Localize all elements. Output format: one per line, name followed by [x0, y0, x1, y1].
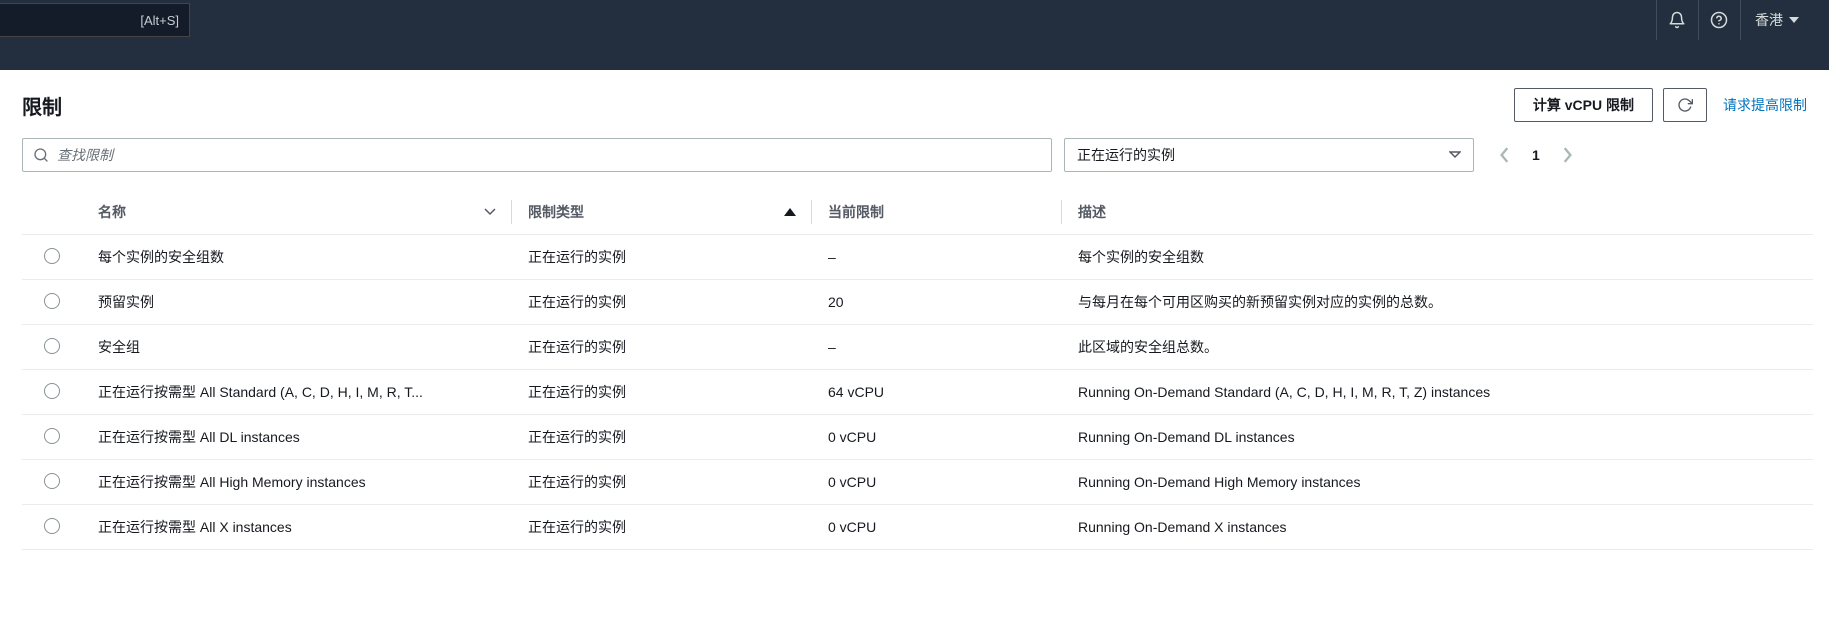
row-current: 0 vCPU — [812, 415, 1062, 460]
row-name: 正在运行按需型 All Standard (A, C, D, H, I, M, … — [82, 370, 512, 415]
paginator: 1 — [1492, 142, 1580, 168]
row-name: 安全组 — [82, 325, 512, 370]
col-name-label: 名称 — [98, 202, 126, 222]
row-select-cell[interactable] — [22, 325, 82, 370]
row-type: 正在运行的实例 — [512, 280, 812, 325]
row-current: 20 — [812, 280, 1062, 325]
col-type[interactable]: 限制类型 — [512, 190, 812, 235]
col-desc-label: 描述 — [1078, 204, 1106, 220]
row-current: – — [812, 325, 1062, 370]
request-increase-button[interactable]: 请求提高限制 — [1717, 88, 1813, 122]
row-desc: Running On-Demand X instances — [1062, 505, 1813, 550]
row-radio[interactable] — [44, 428, 60, 444]
row-desc: Running On-Demand High Memory instances — [1062, 460, 1813, 505]
row-desc: 每个实例的安全组数 — [1062, 235, 1813, 280]
global-search-shortcut: [Alt+S] — [140, 13, 179, 28]
col-name[interactable]: 名称 — [82, 190, 512, 235]
col-desc[interactable]: 描述 — [1062, 190, 1813, 235]
row-type: 正在运行的实例 — [512, 460, 812, 505]
chevron-left-icon — [1500, 147, 1510, 163]
row-name: 正在运行按需型 All High Memory instances — [82, 460, 512, 505]
table-header: 名称 限制类型 当前限制 — [22, 190, 1813, 235]
row-radio[interactable] — [44, 338, 60, 354]
global-nav: rvices, features, blogs, docs, and more … — [0, 0, 1829, 40]
row-name: 正在运行按需型 All X instances — [82, 505, 512, 550]
row-type: 正在运行的实例 — [512, 505, 812, 550]
col-select — [22, 190, 82, 235]
row-current: 0 vCPU — [812, 460, 1062, 505]
table-body: 每个实例的安全组数正在运行的实例–每个实例的安全组数预留实例正在运行的实例20与… — [22, 235, 1813, 550]
row-select-cell[interactable] — [22, 235, 82, 280]
row-desc: Running On-Demand Standard (A, C, D, H, … — [1062, 370, 1813, 415]
search-icon — [33, 147, 49, 163]
dropdown-selected-label: 正在运行的实例 — [1077, 145, 1175, 165]
sort-asc-icon — [784, 207, 796, 217]
table-row[interactable]: 预留实例正在运行的实例20与每月在每个可用区购买的新预留实例对应的实例的总数。 — [22, 280, 1813, 325]
region-selector[interactable]: 香港 — [1740, 0, 1813, 40]
next-page-button[interactable] — [1554, 142, 1580, 168]
table-row[interactable]: 每个实例的安全组数正在运行的实例–每个实例的安全组数 — [22, 235, 1813, 280]
filter-bar: 正在运行的实例 1 — [22, 138, 1813, 172]
chevron-right-icon — [1562, 147, 1572, 163]
col-type-label: 限制类型 — [528, 202, 584, 222]
table-row[interactable]: 正在运行按需型 All X instances正在运行的实例0 vCPURunn… — [22, 505, 1813, 550]
limits-table: 名称 限制类型 当前限制 — [22, 190, 1813, 550]
col-current-label: 当前限制 — [828, 204, 884, 220]
global-search-input[interactable]: rvices, features, blogs, docs, and more … — [0, 3, 190, 37]
caret-down-icon — [1449, 151, 1461, 159]
row-current: 64 vCPU — [812, 370, 1062, 415]
nav-bottom-pad — [0, 40, 1829, 70]
refresh-button[interactable] — [1663, 88, 1707, 122]
col-current[interactable]: 当前限制 — [812, 190, 1062, 235]
row-select-cell[interactable] — [22, 460, 82, 505]
row-name: 正在运行按需型 All DL instances — [82, 415, 512, 460]
row-name: 预留实例 — [82, 280, 512, 325]
row-type: 正在运行的实例 — [512, 415, 812, 460]
region-label: 香港 — [1755, 10, 1783, 30]
page-header: 限制 计算 vCPU 限制 请求提高限制 — [22, 88, 1813, 122]
table-row[interactable]: 正在运行按需型 All High Memory instances正在运行的实例… — [22, 460, 1813, 505]
search-filter[interactable] — [22, 138, 1052, 172]
sort-desc-icon — [484, 206, 496, 218]
page-content: 限制 计算 vCPU 限制 请求提高限制 正在运行的实例 1 — [0, 70, 1829, 550]
global-nav-right: 香港 — [1656, 0, 1813, 40]
calc-vcpu-button[interactable]: 计算 vCPU 限制 — [1514, 88, 1653, 122]
row-type: 正在运行的实例 — [512, 370, 812, 415]
row-select-cell[interactable] — [22, 280, 82, 325]
row-desc: 与每月在每个可用区购买的新预留实例对应的实例的总数。 — [1062, 280, 1813, 325]
prev-page-button[interactable] — [1492, 142, 1518, 168]
page-number: 1 — [1532, 147, 1540, 163]
notifications-icon[interactable] — [1656, 0, 1696, 40]
caret-down-icon — [1789, 15, 1799, 25]
row-desc: Running On-Demand DL instances — [1062, 415, 1813, 460]
row-select-cell[interactable] — [22, 415, 82, 460]
row-radio[interactable] — [44, 383, 60, 399]
row-desc: 此区域的安全组总数。 — [1062, 325, 1813, 370]
row-radio[interactable] — [44, 248, 60, 264]
row-current: 0 vCPU — [812, 505, 1062, 550]
help-icon[interactable] — [1698, 0, 1738, 40]
row-type: 正在运行的实例 — [512, 325, 812, 370]
row-select-cell[interactable] — [22, 370, 82, 415]
page-title: 限制 — [22, 91, 62, 120]
row-radio[interactable] — [44, 518, 60, 534]
search-input[interactable] — [57, 139, 1041, 171]
table-row[interactable]: 正在运行按需型 All Standard (A, C, D, H, I, M, … — [22, 370, 1813, 415]
type-filter-dropdown[interactable]: 正在运行的实例 — [1064, 138, 1474, 172]
row-name: 每个实例的安全组数 — [82, 235, 512, 280]
table-row[interactable]: 安全组正在运行的实例–此区域的安全组总数。 — [22, 325, 1813, 370]
table-row[interactable]: 正在运行按需型 All DL instances正在运行的实例0 vCPURun… — [22, 415, 1813, 460]
row-current: – — [812, 235, 1062, 280]
refresh-icon — [1677, 97, 1693, 113]
row-type: 正在运行的实例 — [512, 235, 812, 280]
row-select-cell[interactable] — [22, 505, 82, 550]
row-radio[interactable] — [44, 473, 60, 489]
header-actions: 计算 vCPU 限制 请求提高限制 — [1514, 88, 1813, 122]
row-radio[interactable] — [44, 293, 60, 309]
